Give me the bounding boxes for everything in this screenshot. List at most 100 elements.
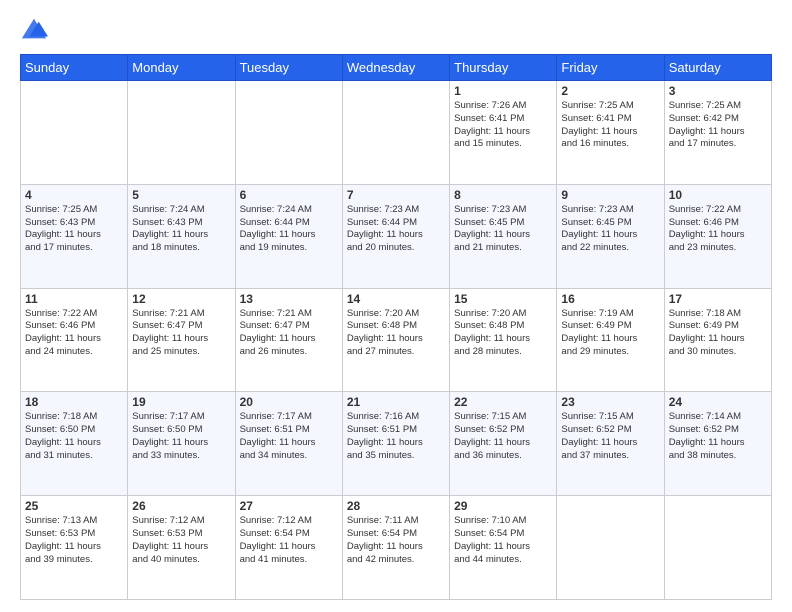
cell-info: Sunrise: 7:22 AM Sunset: 6:46 PM Dayligh…: [669, 204, 767, 255]
calendar-cell: [664, 496, 771, 600]
calendar-cell: 9 Sunrise: 7:23 AM Sunset: 6:45 PM Daylig…: [557, 184, 664, 288]
day-number: 27: [240, 499, 338, 513]
day-number: 6: [240, 188, 338, 202]
calendar-cell: [21, 81, 128, 185]
cell-info: Sunrise: 7:15 AM Sunset: 6:52 PM Dayligh…: [454, 411, 552, 462]
cell-info: Sunrise: 7:26 AM Sunset: 6:41 PM Dayligh…: [454, 100, 552, 151]
day-number: 12: [132, 292, 230, 306]
calendar-cell: 6 Sunrise: 7:24 AM Sunset: 6:44 PM Daylig…: [235, 184, 342, 288]
calendar-week-0: 1 Sunrise: 7:26 AM Sunset: 6:41 PM Daylig…: [21, 81, 772, 185]
cell-info: Sunrise: 7:10 AM Sunset: 6:54 PM Dayligh…: [454, 515, 552, 566]
calendar-cell: [235, 81, 342, 185]
day-number: 4: [25, 188, 123, 202]
day-number: 15: [454, 292, 552, 306]
calendar-cell: [342, 81, 449, 185]
calendar-cell: 15 Sunrise: 7:20 AM Sunset: 6:48 PM Dayli…: [450, 288, 557, 392]
weekday-header-wednesday: Wednesday: [342, 55, 449, 81]
day-number: 17: [669, 292, 767, 306]
day-number: 22: [454, 395, 552, 409]
cell-info: Sunrise: 7:23 AM Sunset: 6:45 PM Dayligh…: [454, 204, 552, 255]
day-number: 14: [347, 292, 445, 306]
calendar-cell: 2 Sunrise: 7:25 AM Sunset: 6:41 PM Daylig…: [557, 81, 664, 185]
calendar-cell: 22 Sunrise: 7:15 AM Sunset: 6:52 PM Dayli…: [450, 392, 557, 496]
calendar-cell: 25 Sunrise: 7:13 AM Sunset: 6:53 PM Dayli…: [21, 496, 128, 600]
cell-info: Sunrise: 7:12 AM Sunset: 6:54 PM Dayligh…: [240, 515, 338, 566]
calendar-cell: 10 Sunrise: 7:22 AM Sunset: 6:46 PM Dayli…: [664, 184, 771, 288]
weekday-header-thursday: Thursday: [450, 55, 557, 81]
day-number: 8: [454, 188, 552, 202]
cell-info: Sunrise: 7:15 AM Sunset: 6:52 PM Dayligh…: [561, 411, 659, 462]
cell-info: Sunrise: 7:13 AM Sunset: 6:53 PM Dayligh…: [25, 515, 123, 566]
cell-info: Sunrise: 7:20 AM Sunset: 6:48 PM Dayligh…: [454, 308, 552, 359]
weekday-header-sunday: Sunday: [21, 55, 128, 81]
calendar-cell: 20 Sunrise: 7:17 AM Sunset: 6:51 PM Dayli…: [235, 392, 342, 496]
cell-info: Sunrise: 7:18 AM Sunset: 6:50 PM Dayligh…: [25, 411, 123, 462]
day-number: 19: [132, 395, 230, 409]
calendar-cell: 23 Sunrise: 7:15 AM Sunset: 6:52 PM Dayli…: [557, 392, 664, 496]
calendar-cell: 12 Sunrise: 7:21 AM Sunset: 6:47 PM Dayli…: [128, 288, 235, 392]
day-number: 5: [132, 188, 230, 202]
cell-info: Sunrise: 7:17 AM Sunset: 6:50 PM Dayligh…: [132, 411, 230, 462]
calendar-week-1: 4 Sunrise: 7:25 AM Sunset: 6:43 PM Daylig…: [21, 184, 772, 288]
cell-info: Sunrise: 7:25 AM Sunset: 6:42 PM Dayligh…: [669, 100, 767, 151]
day-number: 13: [240, 292, 338, 306]
cell-info: Sunrise: 7:11 AM Sunset: 6:54 PM Dayligh…: [347, 515, 445, 566]
cell-info: Sunrise: 7:25 AM Sunset: 6:43 PM Dayligh…: [25, 204, 123, 255]
logo: [20, 16, 52, 44]
day-number: 11: [25, 292, 123, 306]
day-number: 16: [561, 292, 659, 306]
day-number: 18: [25, 395, 123, 409]
calendar-cell: [557, 496, 664, 600]
day-number: 7: [347, 188, 445, 202]
day-number: 10: [669, 188, 767, 202]
day-number: 1: [454, 84, 552, 98]
day-number: 21: [347, 395, 445, 409]
weekday-header-friday: Friday: [557, 55, 664, 81]
calendar-week-2: 11 Sunrise: 7:22 AM Sunset: 6:46 PM Dayli…: [21, 288, 772, 392]
calendar-cell: 8 Sunrise: 7:23 AM Sunset: 6:45 PM Daylig…: [450, 184, 557, 288]
cell-info: Sunrise: 7:24 AM Sunset: 6:43 PM Dayligh…: [132, 204, 230, 255]
calendar-cell: 27 Sunrise: 7:12 AM Sunset: 6:54 PM Dayli…: [235, 496, 342, 600]
day-number: 25: [25, 499, 123, 513]
day-number: 9: [561, 188, 659, 202]
cell-info: Sunrise: 7:19 AM Sunset: 6:49 PM Dayligh…: [561, 308, 659, 359]
calendar-cell: 3Sunrise: 7:25 AM Sunset: 6:42 PM Daylig…: [664, 81, 771, 185]
day-number: 24: [669, 395, 767, 409]
cell-info: Sunrise: 7:18 AM Sunset: 6:49 PM Dayligh…: [669, 308, 767, 359]
day-number: 28: [347, 499, 445, 513]
page: SundayMondayTuesdayWednesdayThursdayFrid…: [0, 0, 792, 612]
calendar-table: SundayMondayTuesdayWednesdayThursdayFrid…: [20, 54, 772, 600]
calendar-cell: 7 Sunrise: 7:23 AM Sunset: 6:44 PM Daylig…: [342, 184, 449, 288]
calendar-cell: 5 Sunrise: 7:24 AM Sunset: 6:43 PM Daylig…: [128, 184, 235, 288]
weekday-header-saturday: Saturday: [664, 55, 771, 81]
calendar-cell: 13Sunrise: 7:21 AM Sunset: 6:47 PM Dayli…: [235, 288, 342, 392]
calendar-cell: 14 Sunrise: 7:20 AM Sunset: 6:48 PM Dayli…: [342, 288, 449, 392]
day-number: 26: [132, 499, 230, 513]
cell-info: Sunrise: 7:23 AM Sunset: 6:44 PM Dayligh…: [347, 204, 445, 255]
day-number: 29: [454, 499, 552, 513]
cell-info: Sunrise: 7:14 AM Sunset: 6:52 PM Dayligh…: [669, 411, 767, 462]
calendar-cell: 19 Sunrise: 7:17 AM Sunset: 6:50 PM Dayli…: [128, 392, 235, 496]
weekday-header-monday: Monday: [128, 55, 235, 81]
calendar-cell: 28 Sunrise: 7:11 AM Sunset: 6:54 PM Dayli…: [342, 496, 449, 600]
cell-info: Sunrise: 7:22 AM Sunset: 6:46 PM Dayligh…: [25, 308, 123, 359]
calendar-header: SundayMondayTuesdayWednesdayThursdayFrid…: [21, 55, 772, 81]
day-number: 23: [561, 395, 659, 409]
calendar-cell: 18 Sunrise: 7:18 AM Sunset: 6:50 PM Dayli…: [21, 392, 128, 496]
cell-info: Sunrise: 7:24 AM Sunset: 6:44 PM Dayligh…: [240, 204, 338, 255]
cell-info: Sunrise: 7:23 AM Sunset: 6:45 PM Dayligh…: [561, 204, 659, 255]
calendar-cell: 11 Sunrise: 7:22 AM Sunset: 6:46 PM Dayli…: [21, 288, 128, 392]
day-number: 2: [561, 84, 659, 98]
cell-info: Sunrise: 7:21 AM Sunset: 6:47 PM Dayligh…: [132, 308, 230, 359]
calendar-week-3: 18 Sunrise: 7:18 AM Sunset: 6:50 PM Dayli…: [21, 392, 772, 496]
cell-info: Sunrise: 7:20 AM Sunset: 6:48 PM Dayligh…: [347, 308, 445, 359]
calendar-cell: 17 Sunrise: 7:18 AM Sunset: 6:49 PM Dayli…: [664, 288, 771, 392]
cell-info: Sunrise: 7:17 AM Sunset: 6:51 PM Dayligh…: [240, 411, 338, 462]
calendar-week-4: 25 Sunrise: 7:13 AM Sunset: 6:53 PM Dayli…: [21, 496, 772, 600]
day-number: 20: [240, 395, 338, 409]
calendar-cell: [128, 81, 235, 185]
header: [20, 16, 772, 44]
calendar-cell: 26Sunrise: 7:12 AM Sunset: 6:53 PM Dayli…: [128, 496, 235, 600]
cell-info: Sunrise: 7:16 AM Sunset: 6:51 PM Dayligh…: [347, 411, 445, 462]
cell-info: Sunrise: 7:25 AM Sunset: 6:41 PM Dayligh…: [561, 100, 659, 151]
